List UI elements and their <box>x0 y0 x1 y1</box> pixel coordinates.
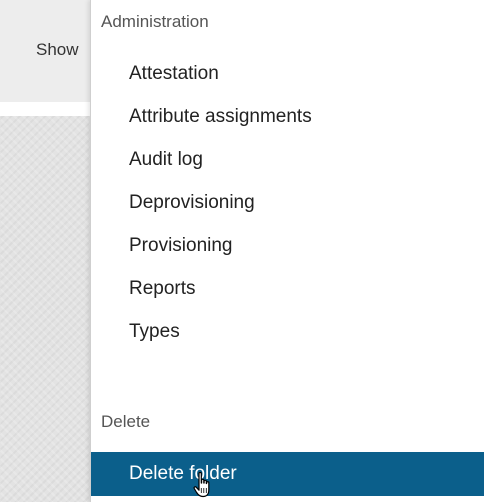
menu-item-types[interactable]: Types <box>91 312 484 352</box>
menu-item-label: Types <box>129 321 180 342</box>
menu-item-label: Deprovisioning <box>129 192 255 213</box>
menu-section-header-delete: Delete <box>101 412 151 431</box>
menu-item-label: Provisioning <box>129 235 233 256</box>
menu-item-provisioning[interactable]: Provisioning <box>91 226 484 266</box>
hand-cursor-icon <box>193 471 210 498</box>
menu-item-label: Audit log <box>129 149 203 170</box>
menu-item-deprovisioning[interactable]: Deprovisioning <box>91 183 484 223</box>
menu-item-label: Reports <box>129 278 196 299</box>
menu-section-header-administration: Administration <box>101 12 209 31</box>
menu-item-label: Delete folder <box>129 463 237 484</box>
show-button[interactable]: Show <box>36 40 79 60</box>
menu-item-delete-folder[interactable]: Delete folder <box>91 452 484 496</box>
menu-item-label: Attribute assignments <box>129 106 312 127</box>
menu-item-attestation[interactable]: Attestation <box>91 54 484 94</box>
menu-item-reports[interactable]: Reports <box>91 269 484 309</box>
menu-item-label: Attestation <box>129 63 219 84</box>
context-menu: Administration Attestation Attribute ass… <box>90 0 484 502</box>
menu-item-audit-log[interactable]: Audit log <box>91 140 484 180</box>
menu-item-attribute-assignments[interactable]: Attribute assignments <box>91 97 484 137</box>
